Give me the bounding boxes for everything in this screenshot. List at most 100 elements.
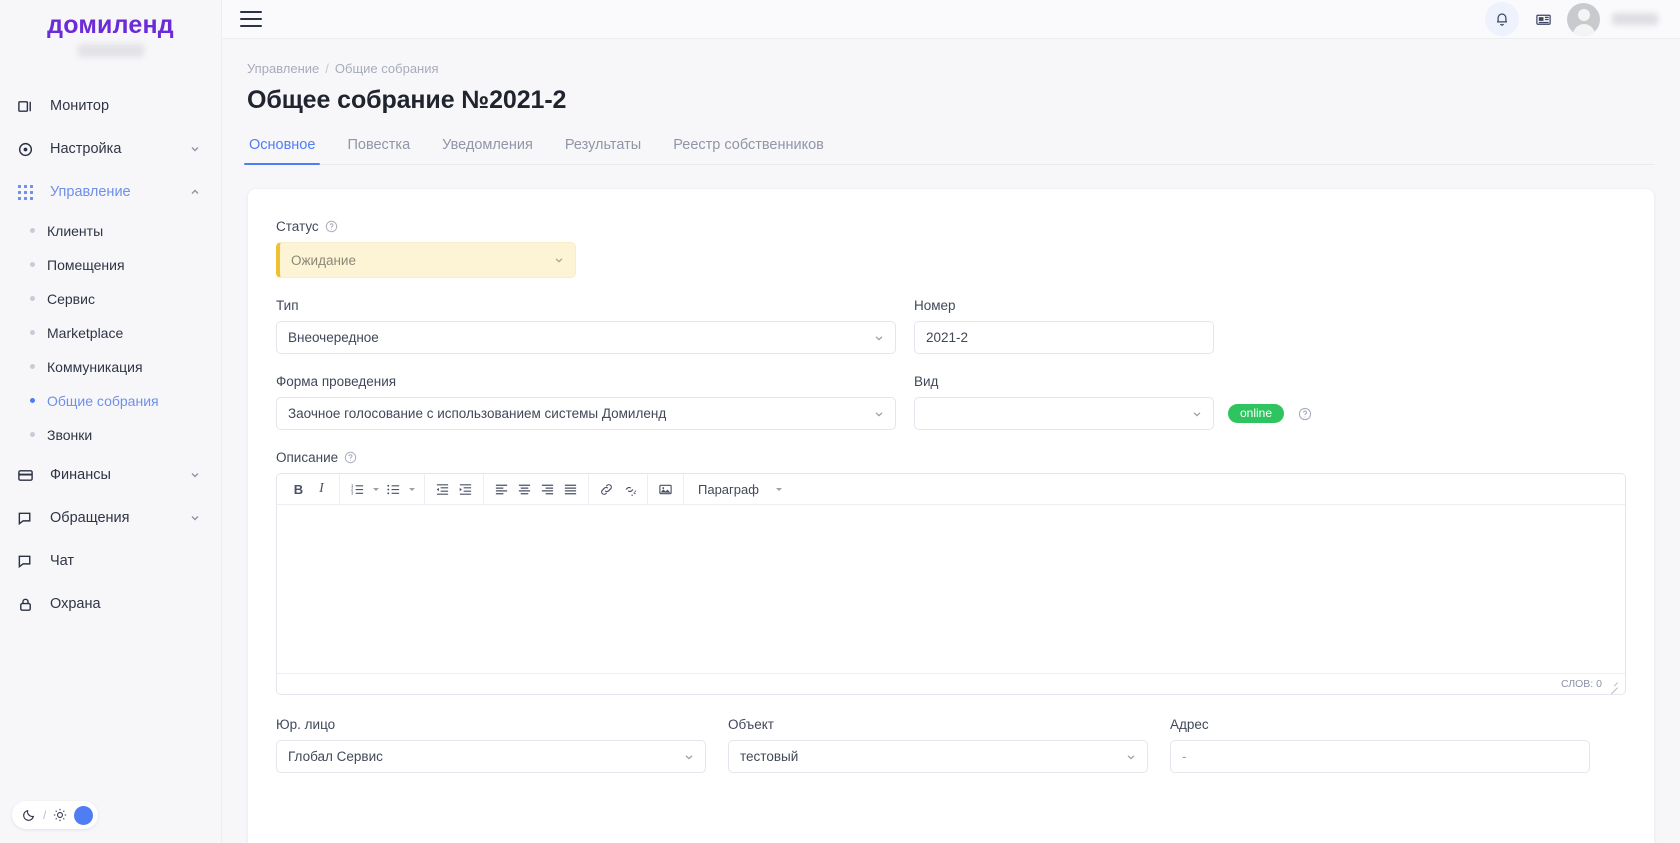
news-button[interactable]	[1531, 7, 1555, 31]
moon-icon[interactable]	[22, 808, 36, 822]
field-form-conduct: Форма проведения Заочное голосование с и…	[276, 374, 896, 430]
sidebar-item-finance[interactable]: Финансы	[0, 454, 221, 497]
brand-subtitle-blurred	[77, 43, 144, 57]
sidebar-subitem-label: Общие собрания	[47, 392, 159, 409]
sidebar-item-label: Охрана	[50, 596, 101, 612]
hamburger-icon[interactable]	[240, 11, 262, 27]
address-input[interactable]: -	[1170, 740, 1590, 773]
align-left-icon[interactable]	[490, 478, 513, 501]
sidebar-subitem-communication[interactable]: Коммуникация	[0, 350, 221, 384]
toolbar-group-format-select: Параграф	[683, 474, 795, 504]
sidebar-subitem-clients[interactable]: Клиенты	[0, 214, 221, 248]
label-text: Адрес	[1170, 717, 1209, 732]
word-count: СЛОВ: 0	[1561, 678, 1602, 690]
page-title: Общее собрание №2021-2	[247, 86, 567, 114]
monitor-icon	[14, 95, 36, 117]
sun-icon[interactable]	[53, 808, 67, 822]
sidebar-subitem-general-meetings[interactable]: Общие собрания	[0, 384, 221, 418]
theme-toggle-knob[interactable]	[74, 805, 94, 825]
align-right-icon[interactable]	[536, 478, 559, 501]
sidebar-subitem-service[interactable]: Сервис	[0, 282, 221, 316]
bell-icon	[1494, 11, 1510, 27]
toolbar-group-lists: 1 2 3	[339, 474, 424, 504]
breadcrumb-parent[interactable]: Управление	[247, 61, 319, 76]
sidebar-item-management[interactable]: Управление	[0, 171, 221, 214]
ordered-list-icon[interactable]: 1 2 3	[346, 478, 369, 501]
lock-icon	[14, 593, 36, 615]
kind-select[interactable]	[914, 397, 1214, 430]
sidebar-item-chat[interactable]: Чат	[0, 540, 221, 583]
field-status-label: Статус	[276, 219, 1626, 234]
label-text: Юр. лицо	[276, 717, 336, 732]
sidebar-subitem-calls[interactable]: Звонки	[0, 418, 221, 452]
resize-handle[interactable]	[1609, 680, 1618, 689]
tab-bar: Основное Повестка Уведомления Результаты…	[243, 137, 1655, 165]
toggle-separator: /	[43, 808, 47, 822]
unordered-list-caret-icon[interactable]	[405, 478, 418, 501]
sidebar-item-security[interactable]: Охрана	[0, 583, 221, 626]
field-address: Адрес -	[1170, 717, 1590, 773]
sidebar-subitem-label: Клиенты	[47, 222, 104, 239]
chat-bubble-icon	[14, 507, 36, 529]
sidebar-item-monitor[interactable]: Монитор	[0, 85, 221, 128]
chevron-down-icon	[1117, 751, 1137, 763]
tab-agenda[interactable]: Повестка	[345, 137, 412, 164]
link-icon[interactable]	[595, 478, 618, 501]
chevron-up-icon	[189, 186, 201, 198]
sidebar-subitem-label: Помещения	[47, 256, 125, 273]
paragraph-format-select[interactable]: Параграф	[690, 482, 789, 497]
avatar[interactable]	[1567, 2, 1600, 36]
sidebar-item-requests[interactable]: Обращения	[0, 497, 221, 540]
toolbar-group-align	[483, 474, 588, 504]
theme-toggle[interactable]: /	[12, 801, 99, 829]
ordered-list-caret-icon[interactable]	[369, 478, 382, 501]
italic-icon[interactable]: I	[310, 478, 333, 501]
form-card: Статус Ожидание Тип Внеочередное Номер 2…	[247, 188, 1655, 843]
image-icon[interactable]	[654, 478, 677, 501]
sidebar-item-label: Финансы	[50, 467, 111, 483]
bullet-icon	[30, 228, 35, 233]
bullet-icon	[30, 398, 35, 403]
field-status: Статус Ожидание	[276, 219, 1626, 278]
form-conduct-value: Заочное голосование с использованием сис…	[288, 406, 667, 421]
grid-icon	[14, 181, 36, 203]
sidebar-item-settings[interactable]: Настройка	[0, 128, 221, 171]
brand-logo[interactable]: домиленд	[0, 0, 221, 63]
number-input[interactable]: 2021-2	[914, 321, 1214, 354]
unordered-list-icon[interactable]	[382, 478, 405, 501]
field-type-label: Тип	[276, 298, 896, 313]
bold-icon[interactable]: B	[287, 478, 310, 501]
breadcrumb-separator: /	[325, 61, 329, 76]
unlink-icon[interactable]	[618, 478, 641, 501]
align-justify-icon[interactable]	[559, 478, 582, 501]
chevron-down-icon	[775, 485, 783, 493]
help-icon[interactable]	[1298, 407, 1312, 421]
breadcrumb-current[interactable]: Общие собрания	[335, 61, 439, 76]
chat-icon	[14, 550, 36, 572]
status-select[interactable]: Ожидание	[276, 242, 576, 278]
tab-results[interactable]: Результаты	[563, 137, 643, 164]
indent-icon[interactable]	[454, 478, 477, 501]
align-center-icon[interactable]	[513, 478, 536, 501]
object-select[interactable]: тестовый	[728, 740, 1148, 773]
sidebar-subitem-marketplace[interactable]: Marketplace	[0, 316, 221, 350]
bullet-icon	[30, 364, 35, 369]
help-icon[interactable]	[344, 451, 357, 464]
tab-owners-registry[interactable]: Реестр собственников	[671, 137, 826, 164]
tab-notifications[interactable]: Уведомления	[440, 137, 535, 164]
description-textarea[interactable]	[277, 505, 1625, 673]
label-text: Вид	[914, 374, 939, 389]
legal-entity-select[interactable]: Глобал Сервис	[276, 740, 706, 773]
status-badge-online[interactable]: online	[1228, 404, 1285, 423]
rich-text-editor: B I 1 2 3 Параграф СЛОВ: 0	[276, 473, 1626, 695]
sidebar-subitem-premises[interactable]: Помещения	[0, 248, 221, 282]
form-conduct-select[interactable]: Заочное голосование с использованием сис…	[276, 397, 896, 430]
type-select[interactable]: Внеочередное	[276, 321, 896, 354]
tab-main[interactable]: Основное	[243, 137, 321, 165]
editor-toolbar: B I 1 2 3 Параграф	[277, 474, 1625, 505]
help-icon[interactable]	[325, 220, 338, 233]
outdent-icon[interactable]	[431, 478, 454, 501]
notifications-button[interactable]	[1485, 2, 1519, 36]
label-text: Статус	[276, 219, 319, 234]
field-object-label: Объект	[728, 717, 1148, 732]
